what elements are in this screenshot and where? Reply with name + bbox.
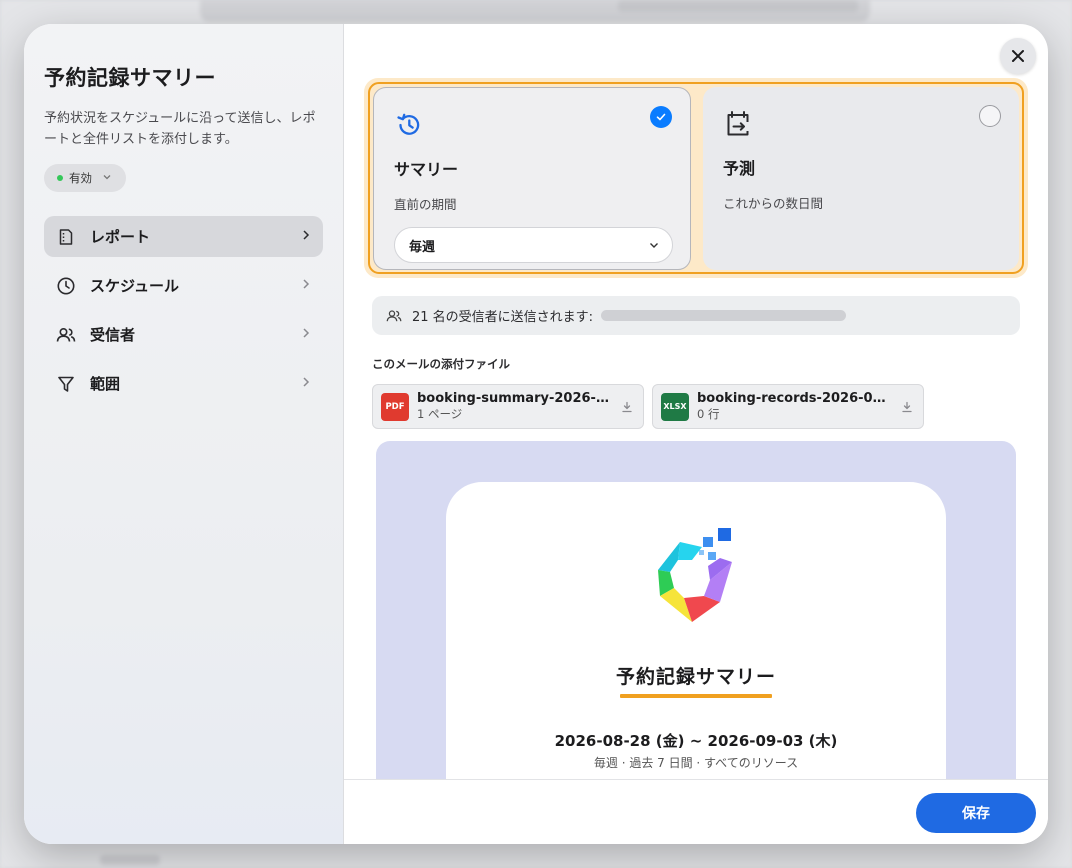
attachment-name: booking-summary-2026-08… xyxy=(417,391,613,406)
mode-subtitle: これからの数日間 xyxy=(723,196,824,211)
save-button[interactable]: 保存 xyxy=(916,793,1036,833)
download-icon[interactable] xyxy=(619,401,635,413)
download-icon[interactable] xyxy=(899,401,915,413)
mode-title: 予測 xyxy=(723,159,756,178)
sidebar-nav: レポート スケジュール 受信者 範囲 xyxy=(44,216,323,404)
xlsx-file-icon: XLSX xyxy=(661,392,689,421)
email-preview: 予約記録サマリー 2026-08-28 (金) ~ 2026-09-03 (木)… xyxy=(376,441,1016,780)
sidebar-item-label: レポート xyxy=(90,228,151,246)
mode-card-summary[interactable]: サマリー 直前の期間 毎週 xyxy=(373,87,691,270)
report-icon xyxy=(56,227,76,247)
mode-card-forecast[interactable]: 予測 これからの数日間 xyxy=(703,87,1019,270)
status-label: 有効 xyxy=(69,171,92,185)
mode-title: サマリー xyxy=(394,160,459,179)
sidebar-item-label: スケジュール xyxy=(90,277,179,295)
main-panel: サマリー 直前の期間 毎週 予測 これからの数日間 21 名の受信者に送信されま… xyxy=(344,24,1048,844)
background-header xyxy=(200,0,870,22)
sidebar-item-scope[interactable]: 範囲 xyxy=(44,363,323,404)
sidebar: 予約記録サマリー 予約状況をスケジュールに沿って送信し、レポートと全件リストを添… xyxy=(24,24,344,844)
recipients-summary: 21 名の受信者に送信されます: xyxy=(372,296,1020,335)
chevron-right-icon xyxy=(301,278,311,294)
attachment-meta: 0 行 xyxy=(697,407,720,421)
chevron-down-icon xyxy=(102,172,112,185)
attachment-xlsx[interactable]: XLSX booking-records-2026-08-… 0 行 xyxy=(652,384,924,429)
radio-unselected xyxy=(979,105,1001,127)
recipients-text: 21 名の受信者に送信されます: xyxy=(412,310,594,325)
close-icon xyxy=(1012,50,1024,62)
checkmark-icon xyxy=(650,106,672,128)
email-preview-card: 予約記録サマリー 2026-08-28 (金) ~ 2026-09-03 (木)… xyxy=(446,482,946,780)
brand-logo-icon xyxy=(658,528,732,622)
clock-icon xyxy=(56,276,76,296)
report-settings-modal: 予約記録サマリー 予約状況をスケジュールに沿って送信し、レポートと全件リストを添… xyxy=(24,24,1048,844)
history-icon xyxy=(397,113,420,135)
preview-meta: 毎週 · 過去 7 日間 · すべてのリソース xyxy=(593,756,799,770)
pdf-file-icon: PDF xyxy=(381,392,409,421)
status-dropdown[interactable]: 有効 xyxy=(44,164,126,192)
frequency-select[interactable]: 毎週 xyxy=(394,227,673,263)
report-mode-selector: サマリー 直前の期間 毎週 予測 これからの数日間 xyxy=(364,78,1028,278)
preview-title: 予約記録サマリー xyxy=(615,666,776,688)
filter-icon xyxy=(56,374,76,394)
attachment-pdf[interactable]: PDF booking-summary-2026-08… 1 ページ xyxy=(372,384,644,429)
sidebar-item-schedule[interactable]: スケジュール xyxy=(44,265,323,306)
sidebar-description: 予約状況をスケジュールに沿って送信し、レポートと全件リストを添付します。 xyxy=(44,111,316,147)
chevron-right-icon xyxy=(301,327,311,343)
preview-title-underline xyxy=(620,694,772,698)
calendar-forward-icon xyxy=(727,111,749,136)
attachments-heading: このメールの添付ファイル xyxy=(372,357,510,371)
content-scroll-area[interactable]: サマリー 直前の期間 毎週 予測 これからの数日間 21 名の受信者に送信されま… xyxy=(344,24,1048,780)
attachment-meta: 1 ページ xyxy=(417,407,463,421)
close-button[interactable] xyxy=(1000,38,1036,74)
people-icon xyxy=(386,309,402,321)
preview-date-range: 2026-08-28 (金) ~ 2026-09-03 (木) xyxy=(554,732,838,750)
sidebar-item-recipients[interactable]: 受信者 xyxy=(44,314,323,355)
sidebar-item-label: 範囲 xyxy=(90,375,121,393)
status-dot-icon xyxy=(57,175,63,181)
sidebar-item-label: 受信者 xyxy=(90,326,136,344)
mode-subtitle: 直前の期間 xyxy=(394,197,457,212)
frequency-value: 毎週 xyxy=(409,239,436,255)
chevron-down-icon xyxy=(650,243,658,248)
modal-footer: 保存 xyxy=(344,779,1048,844)
chevron-right-icon xyxy=(301,376,311,392)
attachment-name: booking-records-2026-08-… xyxy=(697,391,893,406)
people-icon xyxy=(56,325,76,345)
chevron-right-icon xyxy=(301,229,311,245)
sidebar-title: 予約記録サマリー xyxy=(44,66,216,90)
recipients-list-redacted xyxy=(601,310,847,321)
sidebar-item-report[interactable]: レポート xyxy=(44,216,323,257)
